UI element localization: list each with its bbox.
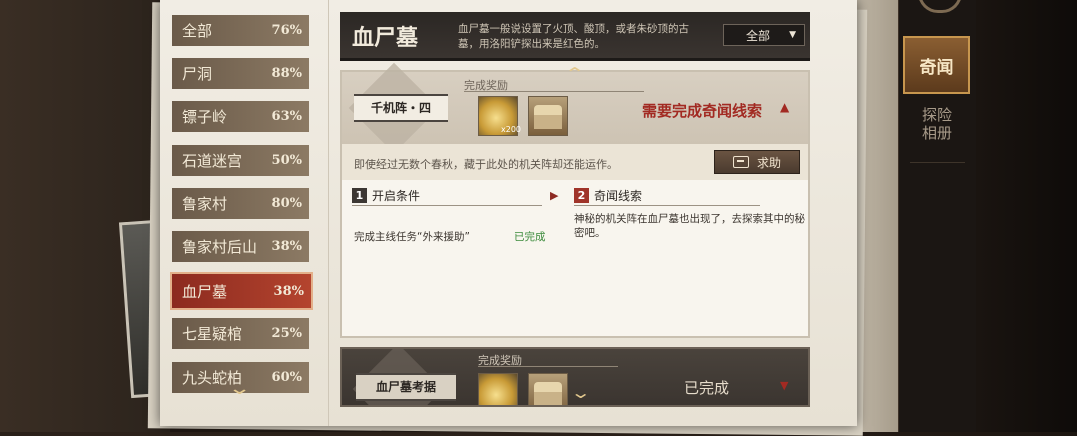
page-title: 血尸墓 xyxy=(352,25,419,51)
help-button[interactable]: 求助 xyxy=(714,150,800,174)
collapse-arrow-icon[interactable]: ▲ xyxy=(780,100,789,114)
location-progress: 63% xyxy=(271,109,302,124)
scroll-down-icon[interactable]: ⌄ xyxy=(227,378,251,399)
step-title: 开启条件 xyxy=(372,189,421,203)
location-progress: 76% xyxy=(271,23,302,38)
step-title: 奇闻线索 xyxy=(594,189,643,203)
chat-icon xyxy=(732,156,749,168)
location-item-lujiacun[interactable]: 鲁家村 80% xyxy=(172,188,309,219)
step-number: 1 xyxy=(352,188,367,203)
location-name: 鲁家村 xyxy=(182,195,228,213)
location-name: 鲁家村后山 xyxy=(182,238,258,256)
location-item-lujiacun-mountain[interactable]: 鲁家村后山 38% xyxy=(172,231,309,262)
location-progress: 88% xyxy=(271,66,302,81)
filter-value: 全部 xyxy=(746,28,771,43)
step-divider xyxy=(352,205,542,206)
tab-exploration-album[interactable]: 探险 相册 xyxy=(908,106,966,156)
location-name: 七星疑棺 xyxy=(182,325,243,343)
tab-divider xyxy=(910,162,965,163)
location-name: 石道迷宫 xyxy=(182,152,243,170)
location-progress: 60% xyxy=(271,370,302,385)
chest-body xyxy=(534,392,562,405)
location-name: 镖子岭 xyxy=(182,108,228,126)
clue-text: 神秘的机关阵在血尸墓也出现了，去探索其中的秘密吧。 xyxy=(574,213,805,239)
location-progress: 25% xyxy=(271,326,302,341)
quest-card-header[interactable]: 千机阵・四 完成奖励 x200 需要完成奇闻线索 ▲ ⌃ xyxy=(342,62,808,154)
quest-name: 血尸墓考据 xyxy=(356,373,456,401)
tab-qiwen[interactable]: 奇闻 xyxy=(903,36,970,94)
location-progress: 80% xyxy=(271,196,302,211)
location-item-xueshimu[interactable]: 血尸墓 38% xyxy=(170,272,313,310)
right-background xyxy=(976,0,1077,432)
step-arrow-icon: ▶ xyxy=(550,189,559,202)
scroll-down-icon[interactable]: ⌄ xyxy=(570,383,591,402)
location-item-stone-maze[interactable]: 石道迷宫 50% xyxy=(172,145,309,176)
dropdown-caret-icon: ▼ xyxy=(789,30,796,40)
quest-name: 千机阵・四 xyxy=(354,94,448,122)
location-item-biaoziling[interactable]: 镖子岭 63% xyxy=(172,101,309,132)
chest-lid xyxy=(534,382,562,392)
chest-lid xyxy=(534,105,562,115)
page-divider xyxy=(328,0,329,426)
location-name: 全部 xyxy=(182,22,213,40)
chest-reward-icon[interactable] xyxy=(528,96,568,136)
location-name: 血尸墓 xyxy=(182,282,228,301)
location-description: 血尸墓一般说设置了火顶、酸顶，或者朱砂顶的古墓，用洛阳铲探出来是红色的。 xyxy=(458,23,689,50)
reward-divider xyxy=(478,366,618,367)
location-item-shidong[interactable]: 尸洞 88% xyxy=(172,58,309,89)
step-number: 2 xyxy=(574,188,589,203)
step-divider xyxy=(574,205,760,206)
location-header: 血尸墓 血尸墓一般说设置了火顶、酸顶，或者朱砂顶的古墓，用洛阳铲探出来是红色的。… xyxy=(340,12,810,61)
location-progress: 38% xyxy=(273,283,304,299)
scroll-up-icon[interactable]: ⌃ xyxy=(564,64,585,83)
location-item-all[interactable]: 全部 76% xyxy=(172,15,309,46)
filter-dropdown[interactable]: 全部 ▼ xyxy=(723,24,805,46)
chest-reward-icon[interactable] xyxy=(528,373,568,405)
chest-body xyxy=(534,115,562,129)
quest-status: 需要完成奇闻线索 xyxy=(642,102,763,120)
location-item-qixing[interactable]: 七星疑棺 25% xyxy=(172,318,309,349)
quest-status: 已完成 xyxy=(684,379,730,397)
reward-divider xyxy=(464,91,644,92)
location-progress: 50% xyxy=(271,153,302,168)
condition-text: 完成主线任务“外来援助” xyxy=(354,231,470,243)
reward-count: x200 xyxy=(501,125,522,134)
quest-card: 千机阵・四 完成奖励 x200 需要完成奇闻线索 ▲ ⌃ 即使经过无数个春秋，藏… xyxy=(340,62,810,338)
expand-arrow-icon[interactable]: ▼ xyxy=(780,379,788,392)
condition-status: 已完成 xyxy=(514,231,546,243)
quest-intro-text: 即使经过无数个春秋，藏于此处的机关阵却还能运作。 xyxy=(354,158,618,171)
gold-reward-icon[interactable]: x200 xyxy=(478,96,522,136)
location-progress: 38% xyxy=(271,239,302,254)
quest-intro: 即使经过无数个春秋，藏于此处的机关阵却还能运作。 求助 xyxy=(342,144,808,180)
help-label: 求助 xyxy=(756,155,781,170)
location-name: 尸洞 xyxy=(182,65,213,83)
gold-reward-icon[interactable] xyxy=(478,373,518,405)
